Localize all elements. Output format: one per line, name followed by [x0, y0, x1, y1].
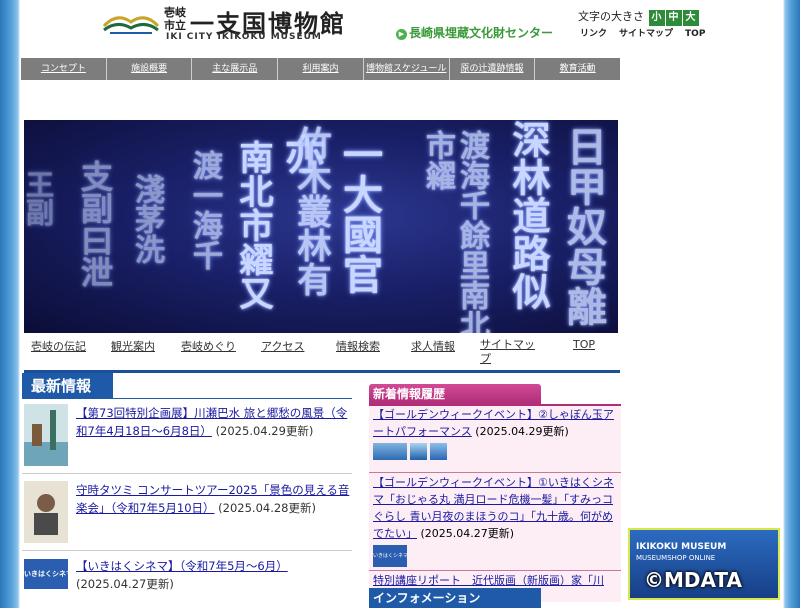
- logo-city-label: 壱岐 市立: [164, 6, 186, 32]
- watermark: ©MDATA: [644, 568, 742, 592]
- news-item[interactable]: 守時タツミ コンサートツアー2025「景色の見える音楽会」（令和7年5月10日）…: [22, 481, 352, 545]
- shop-banner-title: IKIKOKU MUSEUM: [636, 542, 727, 552]
- main-menu: コンセプト 施設概要 主な展示品 利用案内 博物館スケジュール 原の辻遺跡情報 …: [21, 58, 620, 80]
- hero-text-column: 竹木叢林有: [291, 126, 331, 296]
- center-link-label: 長崎県埋蔵文化財センター: [409, 26, 554, 40]
- history-item[interactable]: 【ゴールデンウィークイベント】①いきはくシネマ「おじゃる丸 満月ロード危機一髪」…: [373, 474, 619, 567]
- news-item-title[interactable]: 【いきはくシネマ】（令和7年5月～6月）: [76, 559, 288, 573]
- hero-text-column: 王副: [24, 170, 55, 226]
- photo-thumbnail: [410, 443, 427, 460]
- news-heading-rule: [22, 398, 352, 399]
- information-heading: インフォメーション: [369, 588, 541, 608]
- photo-thumbnail: [430, 443, 447, 460]
- menu-exhibits[interactable]: 主な展示品: [192, 58, 279, 80]
- hero-text-column: 渡海千餘里南北市糴: [420, 130, 489, 333]
- subnav-tour[interactable]: 壱岐めぐり: [181, 338, 236, 354]
- font-size-switcher: 文字の大きさ 小中大: [578, 8, 699, 26]
- links-link[interactable]: リンク: [580, 29, 607, 39]
- history-item[interactable]: 【ゴールデンウィークイベント】②しゃぼん玉アートパフォーマンス (2025.04…: [373, 406, 619, 465]
- menu-guide[interactable]: 利用案内: [278, 58, 364, 80]
- hero-text-column: 淺茅洗: [129, 174, 164, 264]
- menu-concept[interactable]: コンセプト: [21, 58, 107, 80]
- logo-line-1: 壱岐: [164, 6, 186, 19]
- top-utility-links: リンク サイトマップ TOP: [580, 26, 717, 39]
- hero-image: 日甲奴母離 深林道路似 渡海千餘里南北市糴 一大國官亦 竹木叢林有 南北市糴又 …: [24, 120, 618, 333]
- news-item-date: (2025.04.29更新): [215, 424, 314, 438]
- hero-text-column: 深林道路似: [506, 120, 551, 310]
- subnav-access[interactable]: アクセス: [261, 338, 304, 354]
- subnav-search[interactable]: 情報検索: [336, 338, 380, 354]
- play-arrow-icon: ▶: [396, 29, 407, 40]
- subnav-sitemap[interactable]: サイトマップ: [480, 338, 542, 366]
- hero-text-column: 渡一海千: [187, 150, 222, 270]
- news-heading: 最新情報: [22, 373, 113, 399]
- logo-line-2: 市立: [164, 19, 186, 32]
- news-item[interactable]: 【第73回特別企画展】川瀬巴水 旅と郷愁の風景（令和7年4月18日～6月8日） …: [22, 404, 352, 468]
- history-panel: 【ゴールデンウィークイベント】②しゃぼん玉アートパフォーマンス (2025.04…: [369, 404, 621, 602]
- menu-schedule[interactable]: 博物館スケジュール: [364, 58, 450, 80]
- top-link[interactable]: TOP: [685, 29, 705, 39]
- shop-banner-subtitle: MUSEUMSHOP ONLINE: [636, 554, 716, 562]
- font-size-small-button[interactable]: 小: [648, 10, 665, 26]
- exhibition-thumbnail: [24, 404, 68, 466]
- news-separator: [22, 550, 352, 551]
- menu-site-info[interactable]: 原の辻遺跡情報: [450, 58, 536, 80]
- section-divider: [24, 370, 620, 373]
- history-item[interactable]: 特別講座リポート 近代版画（新版画）家「川: [373, 572, 619, 589]
- history-separator: [369, 570, 621, 571]
- font-size-medium-button[interactable]: 中: [665, 10, 682, 26]
- history-heading: 新着情報履歴: [369, 384, 541, 404]
- subnav-top[interactable]: TOP: [573, 338, 595, 351]
- history-separator: [369, 472, 621, 473]
- museum-logo-icon[interactable]: [102, 10, 160, 34]
- cinema-thumbnail: いきはくシネマ: [373, 545, 407, 567]
- news-item-date: (2025.04.27更新): [76, 577, 174, 591]
- font-size-large-button[interactable]: 大: [682, 10, 699, 26]
- history-item-date: (2025.04.29更新): [475, 425, 569, 438]
- photo-thumbnail: [373, 443, 407, 460]
- archaeology-center-link[interactable]: ▶ 長崎県埋蔵文化財センター: [396, 24, 553, 41]
- hero-text-column: 日甲奴母離: [560, 126, 607, 326]
- subnav-legend[interactable]: 壱岐の伝記: [31, 338, 86, 354]
- menu-education[interactable]: 教育活動: [535, 58, 620, 80]
- news-item-date: (2025.04.28更新): [218, 501, 316, 515]
- hero-text-column: 南北市糴又: [233, 140, 273, 310]
- sitemap-link[interactable]: サイトマップ: [619, 29, 673, 39]
- history-thumbnails: [373, 443, 619, 465]
- news-item[interactable]: いきはくシネマ 【いきはくシネマ】（令和7年5月～6月） (2025.04.27更…: [22, 557, 352, 600]
- cinema-thumbnail: いきはくシネマ: [24, 559, 68, 589]
- hero-text-column: 支副曰泄: [76, 160, 114, 288]
- subnav-tourism[interactable]: 観光案内: [111, 338, 155, 354]
- site-subtitle: IKI CITY IKIKOKU MUSEUM: [166, 32, 322, 42]
- font-size-label: 文字の大きさ: [578, 10, 644, 23]
- history-item-date: (2025.04.27更新): [420, 527, 515, 540]
- history-item-title[interactable]: 特別講座リポート 近代版画（新版画）家「川: [373, 574, 604, 587]
- concert-thumbnail: [24, 481, 68, 543]
- subnav-jobs[interactable]: 求人情報: [411, 338, 455, 354]
- news-separator: [22, 473, 352, 474]
- menu-facility[interactable]: 施設概要: [107, 58, 193, 80]
